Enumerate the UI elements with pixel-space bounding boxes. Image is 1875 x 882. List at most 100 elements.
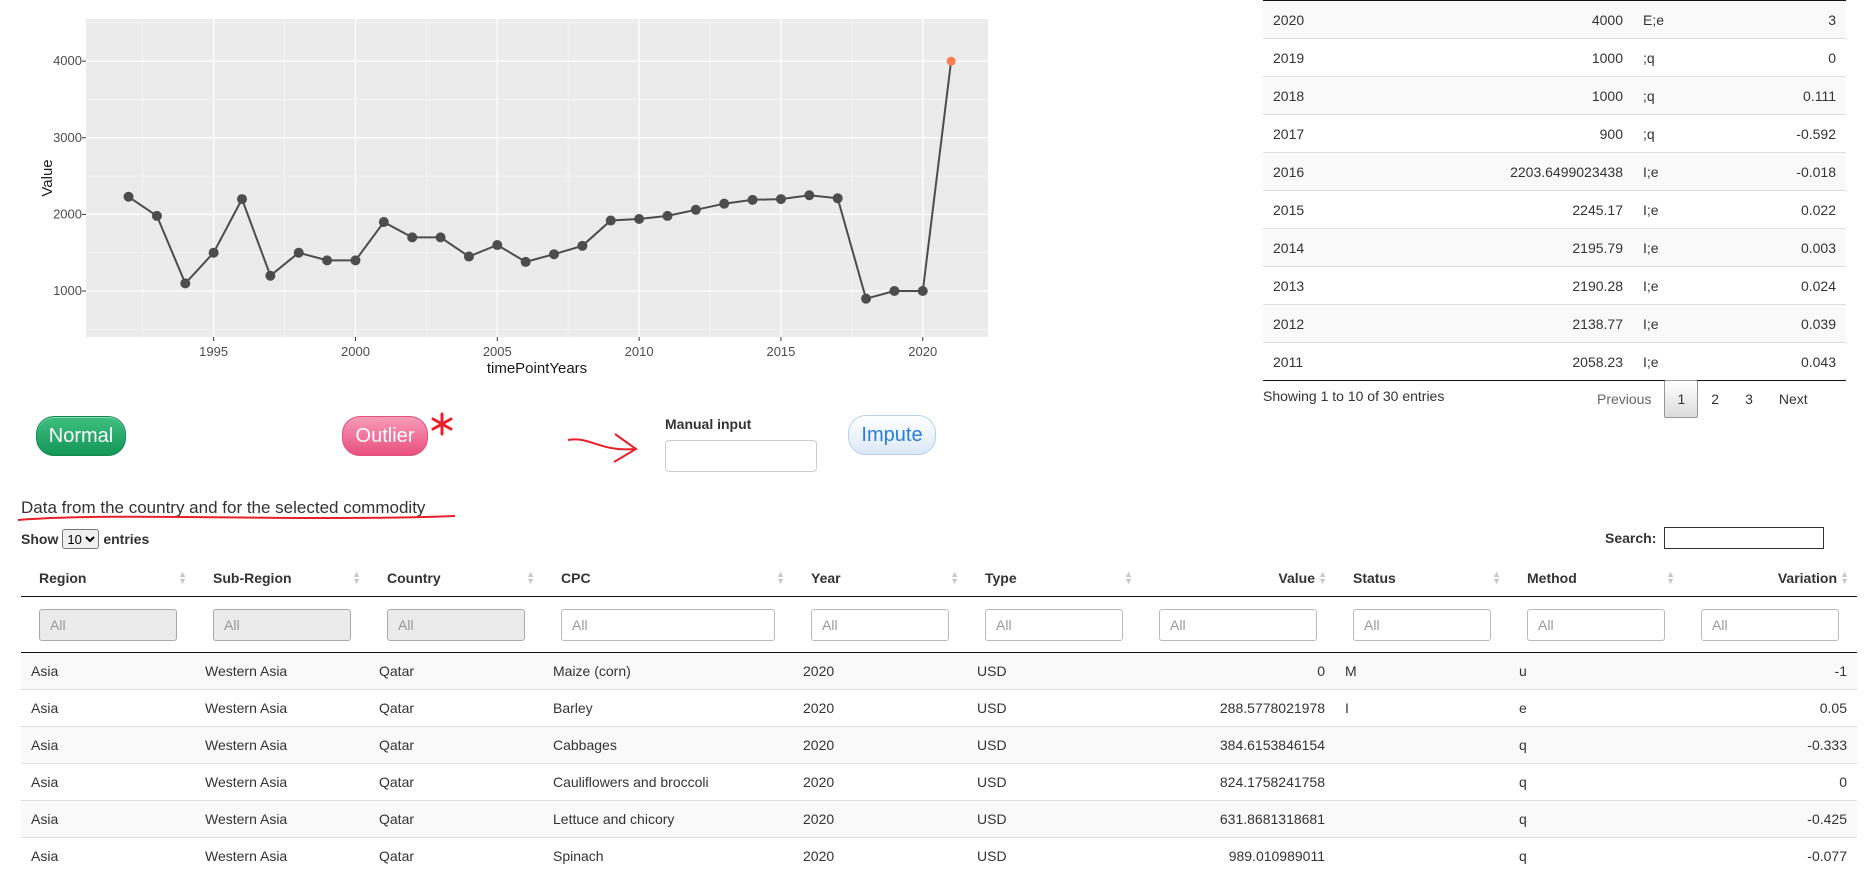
pagination-next[interactable]: Next (1766, 380, 1821, 418)
data-point[interactable] (662, 210, 673, 221)
column-header-label: Year (811, 570, 841, 586)
table-cell: 2020 (793, 689, 967, 727)
column-filter-input[interactable]: All (811, 608, 949, 641)
data-point[interactable] (690, 204, 701, 215)
history-value-cell: 900 (1383, 114, 1633, 153)
data-point[interactable] (520, 256, 531, 267)
column-header[interactable]: Type ▲ ▼ (967, 560, 1141, 597)
history-flag-cell: E;e (1633, 0, 1720, 39)
pagination-page-3[interactable]: 3 (1732, 380, 1766, 418)
sort-icon[interactable]: ▲ ▼ (1666, 570, 1675, 586)
column-filter-input[interactable]: All (985, 608, 1123, 641)
data-point[interactable] (577, 240, 588, 251)
impute-button[interactable]: Impute (848, 415, 936, 455)
history-year-cell: 2018 (1263, 76, 1383, 115)
data-point[interactable] (180, 278, 191, 289)
data-point[interactable] (208, 247, 219, 258)
sort-icon[interactable]: ▲ ▼ (1492, 570, 1501, 586)
table-cell: q (1509, 800, 1683, 838)
manual-input-field[interactable] (665, 440, 817, 472)
data-point[interactable] (605, 215, 616, 226)
history-value-cell: 2058.23 (1383, 342, 1633, 381)
sort-icon[interactable]: ▲ ▼ (950, 570, 959, 586)
sort-icon[interactable]: ▲ ▼ (1840, 570, 1849, 586)
data-table: Region ▲ ▼ Sub-Region ▲ ▼ Country ▲ ▼ CPC ▲ ▼ Year ▲ ▼… (21, 560, 1857, 874)
sort-icon[interactable]: ▲ ▼ (352, 570, 361, 586)
data-point[interactable] (407, 232, 418, 243)
normal-button[interactable]: Normal (36, 416, 126, 456)
data-point[interactable] (549, 249, 560, 260)
column-filter-input[interactable]: All (1159, 608, 1317, 641)
history-row: 2020 4000 E;e 3 (1263, 0, 1846, 39)
column-header[interactable]: Value ▲ ▼ (1141, 560, 1335, 597)
table-cell: Qatar (369, 689, 543, 727)
data-point[interactable] (634, 213, 645, 224)
data-point[interactable] (917, 286, 928, 297)
data-point[interactable] (492, 240, 503, 251)
table-cell: Cabbages (543, 726, 793, 764)
data-point[interactable] (237, 194, 248, 205)
data-point[interactable] (265, 270, 276, 281)
sort-icon[interactable]: ▲ ▼ (1318, 570, 1327, 586)
pagination-page-1[interactable]: 1 (1664, 380, 1699, 418)
highlighted-data-point[interactable] (946, 56, 956, 66)
data-point[interactable] (719, 198, 730, 209)
history-variation-cell: 0.024 (1719, 266, 1846, 305)
data-point[interactable] (293, 247, 304, 258)
data-point[interactable] (322, 255, 333, 266)
outlier-button[interactable]: Outlier (342, 416, 428, 456)
column-header-label: Method (1527, 570, 1577, 586)
data-point[interactable] (775, 194, 786, 205)
table-cell: 2020 (793, 837, 967, 874)
table-row: Asia Western Asia Qatar Cauliflowers and br… (21, 763, 1857, 801)
column-filter-input[interactable]: All (1701, 608, 1839, 641)
data-point[interactable] (889, 286, 900, 297)
table-cell: -1 (1683, 652, 1857, 690)
sort-icon[interactable]: ▲ ▼ (776, 570, 785, 586)
table-cell: 0 (1683, 763, 1857, 801)
column-filter-input[interactable]: All (561, 608, 775, 641)
column-header-label: Variation (1777, 570, 1837, 586)
pagination-previous[interactable]: Previous (1584, 380, 1664, 418)
history-value-cell: 2195.79 (1383, 228, 1633, 267)
column-header[interactable]: Year ▲ ▼ (793, 560, 967, 597)
data-point[interactable] (804, 190, 815, 201)
table-filter-row: All All All All All All All All All All (21, 596, 1857, 653)
x-tick-label: 2000 (341, 344, 370, 359)
sort-icon[interactable]: ▲ ▼ (526, 570, 535, 586)
column-filter-input[interactable]: All (1353, 608, 1491, 641)
data-point[interactable] (435, 232, 446, 243)
table-row: Asia Western Asia Qatar Cabbages 2020 USD 384.… (21, 726, 1857, 764)
column-header[interactable]: Sub-Region ▲ ▼ (195, 560, 369, 597)
table-row: Asia Western Asia Qatar Lettuce and chicory… (21, 800, 1857, 838)
history-value-cell: 1000 (1383, 76, 1633, 115)
table-cell (1335, 726, 1509, 764)
data-point[interactable] (378, 217, 389, 228)
sort-icon[interactable]: ▲ ▼ (1124, 570, 1133, 586)
data-point[interactable] (463, 251, 474, 262)
column-header[interactable]: Region ▲ ▼ (21, 560, 195, 597)
data-point[interactable] (747, 194, 758, 205)
table-cell: Asia (21, 763, 195, 801)
column-header[interactable]: Variation ▲ ▼ (1683, 560, 1857, 597)
column-header[interactable]: CPC ▲ ▼ (543, 560, 793, 597)
search-input[interactable] (1664, 527, 1825, 549)
data-point[interactable] (861, 293, 872, 304)
data-point[interactable] (350, 255, 361, 266)
column-header[interactable]: Status ▲ ▼ (1335, 560, 1509, 597)
table-cell: USD (967, 689, 1141, 727)
pagination-page-2[interactable]: 2 (1698, 380, 1732, 418)
column-header[interactable]: Method ▲ ▼ (1509, 560, 1683, 597)
history-variation-cell: 0.022 (1719, 190, 1846, 229)
data-point[interactable] (832, 193, 843, 204)
column-filter-input[interactable]: All (1527, 608, 1665, 641)
data-point[interactable] (123, 191, 134, 202)
history-row: 2018 1000 ;q 0.111 (1263, 76, 1846, 115)
entries-select[interactable]: 10 (62, 529, 100, 549)
sort-icon[interactable]: ▲ ▼ (178, 570, 187, 586)
table-cell: Asia (21, 800, 195, 838)
data-point[interactable] (151, 210, 162, 221)
history-year-cell: 2014 (1263, 228, 1383, 267)
column-filter-input: All (39, 608, 177, 641)
column-header[interactable]: Country ▲ ▼ (369, 560, 543, 597)
